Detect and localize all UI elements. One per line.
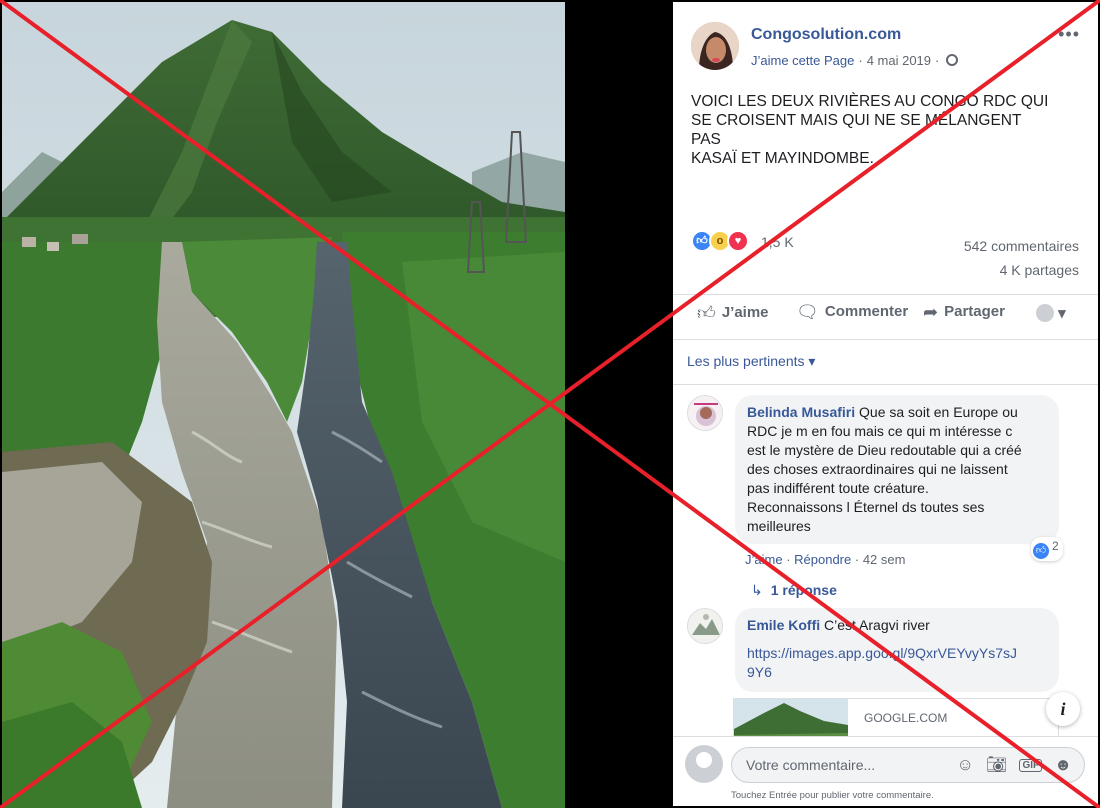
comment-composer: Votre commentaire... ☺ 📷︎ GIF ☻ Touchez Ent… <box>673 736 1098 806</box>
comment-reply-link[interactable]: Répondre <box>794 552 851 567</box>
comment-like-badge[interactable]: 👍︎ 2 <box>1031 537 1063 561</box>
comment-link[interactable]: 9Y6 <box>747 664 772 680</box>
commenter-avatar[interactable] <box>687 395 723 431</box>
comment-text-line: pas indifférent toute créature. <box>747 480 929 496</box>
engagement-counts: 542 commentaires 4 K partages <box>964 234 1079 282</box>
like-reaction-icon: 👍︎ <box>1033 543 1049 559</box>
comment-text-line: Que sa soit en Europe ou <box>859 404 1018 420</box>
comment-text-line: Reconnaissons l Éternel ds toutes ses <box>747 499 985 515</box>
view-replies-link[interactable]: ↳ 1 réponse <box>751 582 837 599</box>
post-text-line: PAS <box>691 131 721 148</box>
share-button[interactable]: ➦ Partager <box>923 302 1005 323</box>
post-text: VOICI LES DEUX RIVIÈRES AU CONGO RDC QUI… <box>691 92 1086 168</box>
chevron-down-icon: ▾ <box>808 353 816 369</box>
comment-bubble: Belinda Musafiri Que sa soit en Europe o… <box>735 395 1059 544</box>
post-text-line: KASAÏ ET MAYINDOMBE. <box>691 150 874 167</box>
commenter-name[interactable]: Belinda Musafiri <box>747 404 855 420</box>
composer-icons: ☺ 📷︎ GIF ☻ <box>944 755 1072 775</box>
comment-like-link[interactable]: J’aime <box>745 552 783 567</box>
comment-footer: J’aime · Répondre · 42 sem <box>745 552 906 567</box>
link-preview-domain: GOOGLE.COM <box>864 711 948 725</box>
comment-text-line: est le mystère de Dieu redoutable qui a … <box>747 442 1022 458</box>
page-avatar[interactable] <box>691 22 739 70</box>
comment-icon: 🗨︎ <box>796 302 819 322</box>
divider <box>673 294 1098 295</box>
divider <box>673 384 1098 385</box>
sort-label: Les plus pertinents <box>687 353 805 369</box>
user-avatar <box>685 745 723 783</box>
comment-label: Commenter <box>824 303 909 320</box>
emoji-icon[interactable]: ☺ <box>956 755 973 774</box>
like-icon: 👍︎ <box>697 303 716 323</box>
reply-arrow-icon: ↳ <box>751 582 763 598</box>
info-icon[interactable]: i <box>1046 692 1080 726</box>
replies-label: 1 réponse <box>770 582 837 598</box>
gif-icon[interactable]: GIF <box>1019 759 1043 772</box>
post-text-line: VOICI LES DEUX RIVIÈRES AU CONGO RDC QUI <box>691 93 1049 110</box>
divider <box>673 339 1098 340</box>
comment-button[interactable]: 🗨︎ Commenter <box>796 302 908 323</box>
comment-sort-dropdown[interactable]: Les plus pertinents ▾ <box>687 353 815 370</box>
link-preview[interactable]: GOOGLE.COM <box>733 698 1059 738</box>
river-photo <box>2 2 565 808</box>
like-label: J’aime <box>721 304 769 321</box>
share-label: Partager <box>944 303 1005 320</box>
post-text-line: SE CROISENT MAIS QUI NE SE MÉLANGENT <box>691 112 1022 129</box>
comment-like-count: 2 <box>1052 539 1059 553</box>
share-icon: ➦ <box>923 302 939 322</box>
composer-hint: Touchez Entrée pour publier votre commen… <box>731 790 934 801</box>
comment-text-line: meilleures <box>747 518 811 534</box>
globe-icon <box>946 54 959 66</box>
comment-bubble: Emile Koffi C’est Aragvi river https://i… <box>735 608 1059 692</box>
commenter-avatar[interactable] <box>687 608 723 644</box>
post-date[interactable]: 4 mai 2019 <box>867 53 931 68</box>
comment-text-line: des choses extraordinaires qui ne laisse… <box>747 461 1008 477</box>
profile-avatar <box>1036 304 1054 322</box>
post-as-selector[interactable]: ▾ <box>1036 304 1066 322</box>
more-icon[interactable]: ••• <box>1058 24 1080 45</box>
comments-count[interactable]: 542 commentaires <box>964 234 1079 258</box>
reaction-count: 1,5 K <box>761 234 794 250</box>
facebook-post-panel: Congosolution.com J’aime cette Page · 4 ma… <box>673 2 1098 806</box>
comment-link[interactable]: https://images.app.goo.gl/9QxrVEYvyYs7sJ <box>747 645 1017 661</box>
link-preview-thumbnail <box>734 699 848 737</box>
sticker-icon[interactable]: ☻ <box>1054 755 1072 774</box>
commenter-name[interactable]: Emile Koffi <box>747 617 820 633</box>
comment-age[interactable]: 42 sem <box>863 552 906 567</box>
love-reaction-icon: ♥ <box>727 230 749 252</box>
comment-text: C’est Aragvi river <box>824 617 930 633</box>
camera-icon[interactable]: 📷︎ <box>986 755 1008 774</box>
comment-text-line: RDC je m en fou mais ce qui m intéresse … <box>747 423 1013 439</box>
page-name[interactable]: Congosolution.com <box>751 26 901 44</box>
like-page-link[interactable]: J’aime cette Page <box>751 53 854 68</box>
post-meta: J’aime cette Page · 4 mai 2019 · <box>751 53 959 68</box>
shares-count[interactable]: 4 K partages <box>964 258 1079 282</box>
post-header: Congosolution.com J’aime cette Page · 4 ma… <box>691 22 1091 72</box>
post-actions: 👍︎ J’aime 🗨︎ Commenter ➦ Partager ▾ <box>691 298 1081 330</box>
chevron-down-icon: ▾ <box>1058 305 1066 322</box>
like-button[interactable]: 👍︎ J’aime <box>697 302 769 324</box>
